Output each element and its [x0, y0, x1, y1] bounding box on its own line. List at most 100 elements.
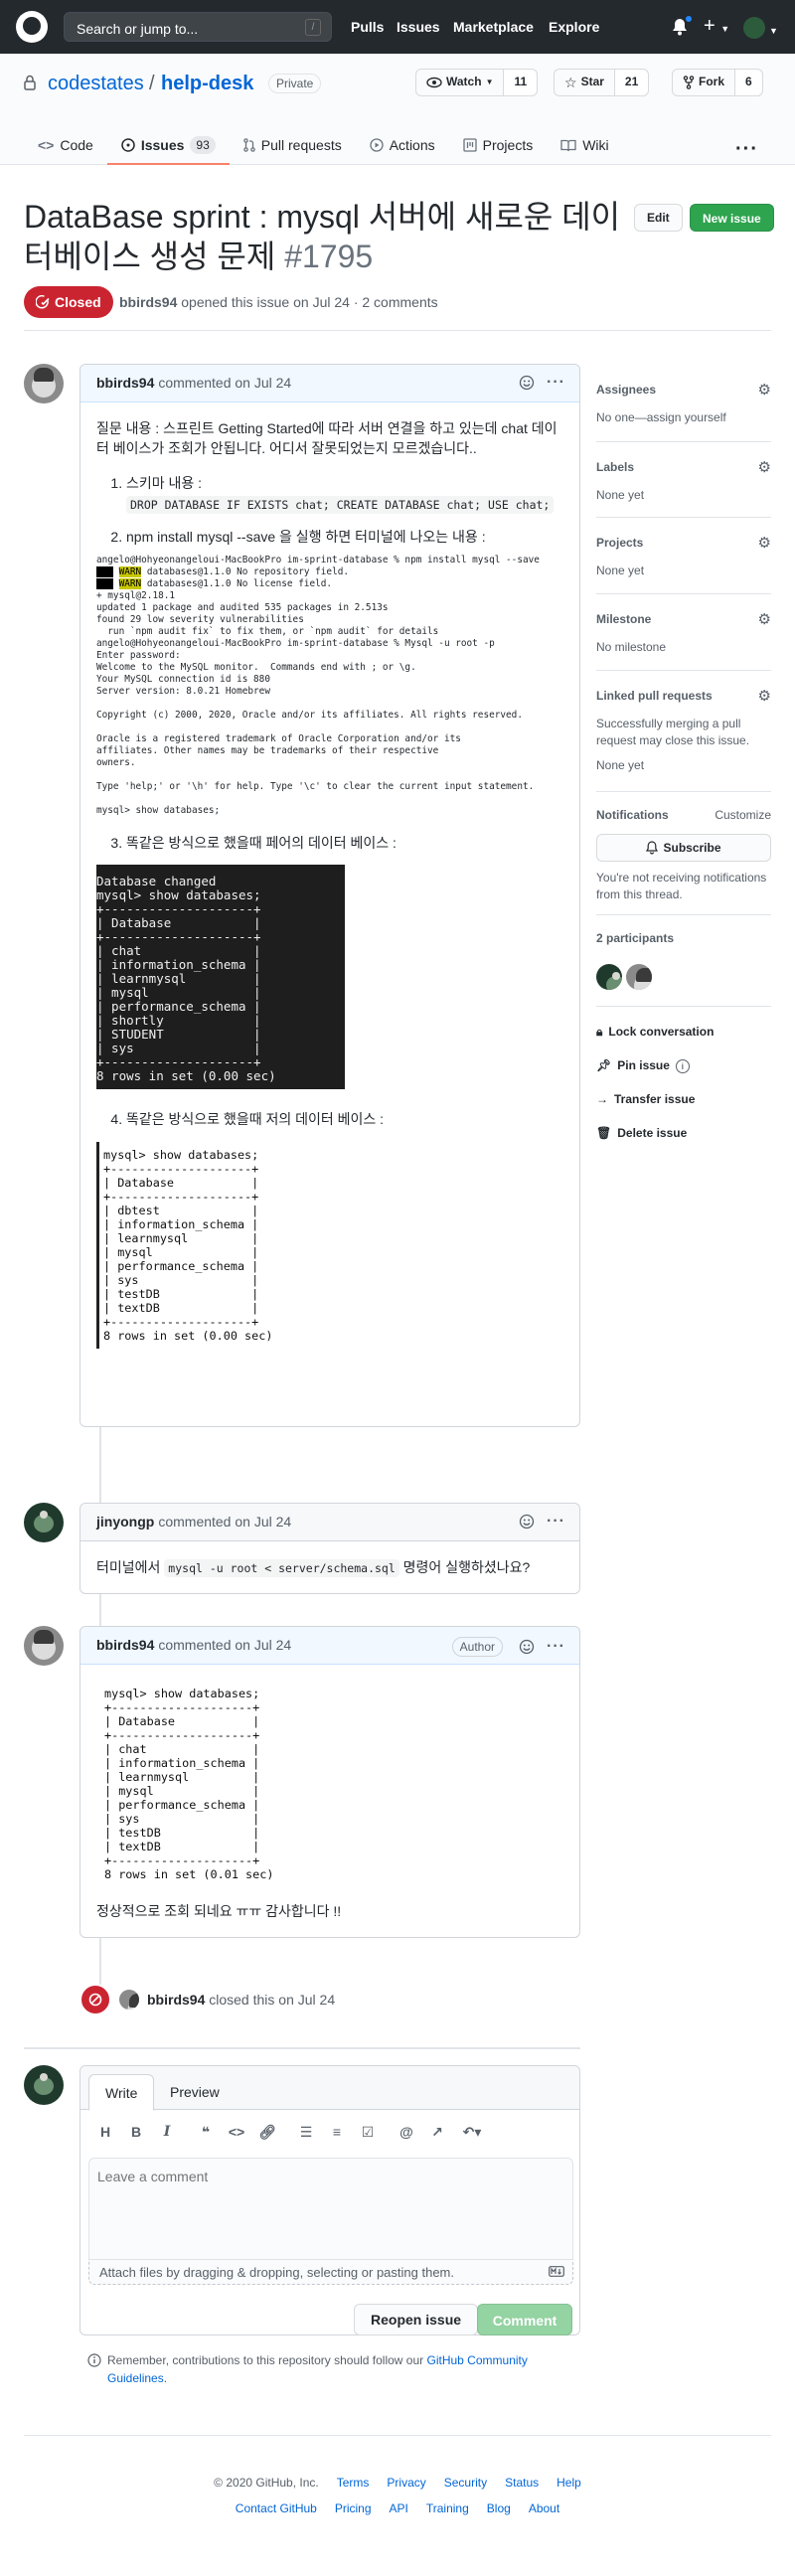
- issue-author-link[interactable]: bbirds94: [119, 294, 177, 310]
- comment-author[interactable]: jinyongp: [96, 1512, 154, 1531]
- smiley-reaction-icon[interactable]: [519, 375, 535, 391]
- footer-link-security[interactable]: Security: [444, 2475, 487, 2492]
- watch-button[interactable]: Watch ▼ 11: [415, 69, 539, 96]
- smiley-reaction-icon[interactable]: [519, 1639, 535, 1655]
- task-list-icon[interactable]: ☑: [357, 2122, 379, 2142]
- comment-timestamp[interactable]: commented on Jul 24: [158, 1512, 291, 1531]
- participant-avatar[interactable]: [596, 964, 622, 990]
- link-icon[interactable]: 🔗︎: [256, 2122, 278, 2142]
- footer-link-privacy[interactable]: Privacy: [387, 2475, 425, 2492]
- assignees-title[interactable]: Assignees: [596, 382, 656, 399]
- tab-preview[interactable]: Preview: [154, 2074, 236, 2111]
- tab-projects[interactable]: Projects: [449, 125, 548, 165]
- tab-issues[interactable]: Issues 93: [106, 125, 230, 165]
- footer-copyright: © 2020 GitHub, Inc.: [214, 2476, 319, 2490]
- footer-link-about[interactable]: About: [529, 2500, 559, 2517]
- star-button[interactable]: ☆ Star 21: [554, 69, 650, 96]
- assignees-value[interactable]: No one—assign yourself: [596, 409, 771, 426]
- notifications-bell-icon[interactable]: [672, 15, 693, 36]
- search-input[interactable]: Search or jump to... /: [64, 12, 332, 42]
- lock-conversation-action[interactable]: 🔒︎ Lock conversation: [596, 1024, 714, 1041]
- nav-issues[interactable]: Issues: [397, 17, 440, 37]
- heading-icon[interactable]: H: [94, 2122, 116, 2142]
- pin-issue-action[interactable]: 📌︎ Pin issue i: [596, 1057, 690, 1074]
- more-tabs-kebab-icon[interactable]: ···: [735, 135, 758, 164]
- star-count[interactable]: 21: [614, 70, 649, 95]
- gear-icon[interactable]: ⚙: [758, 380, 771, 402]
- comment-submit-button[interactable]: Comment: [477, 2304, 572, 2335]
- current-user-avatar[interactable]: [24, 2065, 64, 2105]
- mention-icon[interactable]: @: [396, 2122, 417, 2142]
- gear-icon[interactable]: ⚙: [758, 533, 771, 555]
- code-icon[interactable]: <>: [226, 2122, 247, 2142]
- tab-actions[interactable]: Actions: [356, 125, 449, 165]
- reopen-issue-button[interactable]: Reopen issue: [354, 2304, 479, 2335]
- footer-link-blog[interactable]: Blog: [487, 2500, 511, 2517]
- comment-timestamp[interactable]: commented on Jul 24: [158, 373, 291, 393]
- repo-owner-link[interactable]: codestates: [48, 70, 144, 98]
- comment-menu-kebab-icon[interactable]: ···: [547, 1639, 565, 1655]
- footer-link-terms[interactable]: Terms: [337, 2475, 370, 2492]
- cross-reference-icon[interactable]: ↗: [426, 2122, 448, 2142]
- comment-author[interactable]: bbirds94: [96, 1635, 154, 1655]
- footer-link-status[interactable]: Status: [505, 2475, 539, 2492]
- gear-icon[interactable]: ⚙: [758, 609, 771, 631]
- edit-title-button[interactable]: Edit: [634, 204, 683, 232]
- bold-icon[interactable]: B: [125, 2122, 147, 2142]
- tab-code[interactable]: <> Code: [24, 125, 107, 165]
- github-logo-icon[interactable]: [16, 11, 48, 43]
- nav-marketplace[interactable]: Marketplace: [453, 17, 534, 37]
- ordered-list-icon[interactable]: ≡: [326, 2122, 348, 2142]
- info-icon[interactable]: i: [675, 1058, 690, 1073]
- footer-link-contact[interactable]: Contact GitHub: [236, 2500, 317, 2517]
- transfer-issue-action[interactable]: → Transfer issue: [596, 1091, 695, 1108]
- footer-link-training[interactable]: Training: [426, 2500, 469, 2517]
- comment-menu-kebab-icon[interactable]: ···: [547, 375, 565, 391]
- event-actor-avatar[interactable]: [119, 1990, 139, 2010]
- repo-path-separator: /: [149, 73, 155, 94]
- fork-count[interactable]: 6: [735, 70, 762, 95]
- tab-write[interactable]: Write: [88, 2074, 155, 2111]
- create-new-dropdown[interactable]: + ▼: [704, 16, 729, 39]
- comment-author-avatar[interactable]: [24, 1503, 64, 1542]
- gear-icon[interactable]: ⚙: [758, 457, 771, 479]
- user-avatar[interactable]: [743, 17, 765, 39]
- subscribe-button[interactable]: Subscribe: [596, 834, 771, 863]
- gear-icon[interactable]: ⚙: [758, 686, 771, 708]
- repo-name-link[interactable]: help-desk: [161, 70, 253, 98]
- reply-icon[interactable]: ↶▾: [457, 2122, 487, 2142]
- customize-link[interactable]: Customize: [715, 807, 771, 824]
- comment-menu-kebab-icon[interactable]: ···: [547, 1514, 565, 1530]
- fork-button[interactable]: Fork 6: [672, 69, 763, 96]
- event-actor[interactable]: bbirds94: [147, 1992, 205, 2008]
- footer-link-help[interactable]: Help: [556, 2475, 581, 2492]
- new-issue-button[interactable]: New issue: [690, 204, 774, 232]
- tab-pull-requests[interactable]: Pull requests: [230, 125, 356, 165]
- footer-link-pricing[interactable]: Pricing: [335, 2500, 372, 2517]
- labels-title[interactable]: Labels: [596, 459, 634, 476]
- caret-down-icon[interactable]: ▼: [769, 25, 778, 38]
- milestone-title[interactable]: Milestone: [596, 611, 651, 628]
- comment-author-avatar[interactable]: [24, 1626, 64, 1666]
- participant-avatar[interactable]: [626, 964, 652, 990]
- timeline-end-divider: [24, 2047, 580, 2049]
- nav-explore[interactable]: Explore: [549, 17, 599, 37]
- smiley-reaction-icon[interactable]: [519, 1514, 535, 1530]
- comment-author[interactable]: bbirds94: [96, 373, 154, 393]
- watch-count[interactable]: 11: [504, 70, 538, 95]
- quote-icon[interactable]: ❝: [195, 2122, 217, 2142]
- projects-title[interactable]: Projects: [596, 535, 643, 552]
- tab-wiki[interactable]: Wiki: [547, 125, 622, 165]
- footer-link-api[interactable]: API: [390, 2500, 408, 2517]
- markdown-icon[interactable]: [549, 2266, 564, 2277]
- unread-indicator: [685, 15, 693, 23]
- comment-timestamp[interactable]: commented on Jul 24: [158, 1635, 291, 1655]
- linked-prs-title[interactable]: Linked pull requests: [596, 688, 713, 705]
- delete-issue-action[interactable]: 🗑︎ Delete issue: [596, 1125, 687, 1142]
- comment-author-avatar[interactable]: [24, 364, 64, 403]
- attach-files-bar[interactable]: Attach files by dragging & dropping, sel…: [88, 2259, 573, 2285]
- comment-textarea[interactable]: [88, 2158, 573, 2259]
- italic-icon[interactable]: I: [156, 2122, 178, 2142]
- unordered-list-icon[interactable]: ☰: [295, 2122, 317, 2142]
- nav-pulls[interactable]: Pulls: [351, 17, 384, 37]
